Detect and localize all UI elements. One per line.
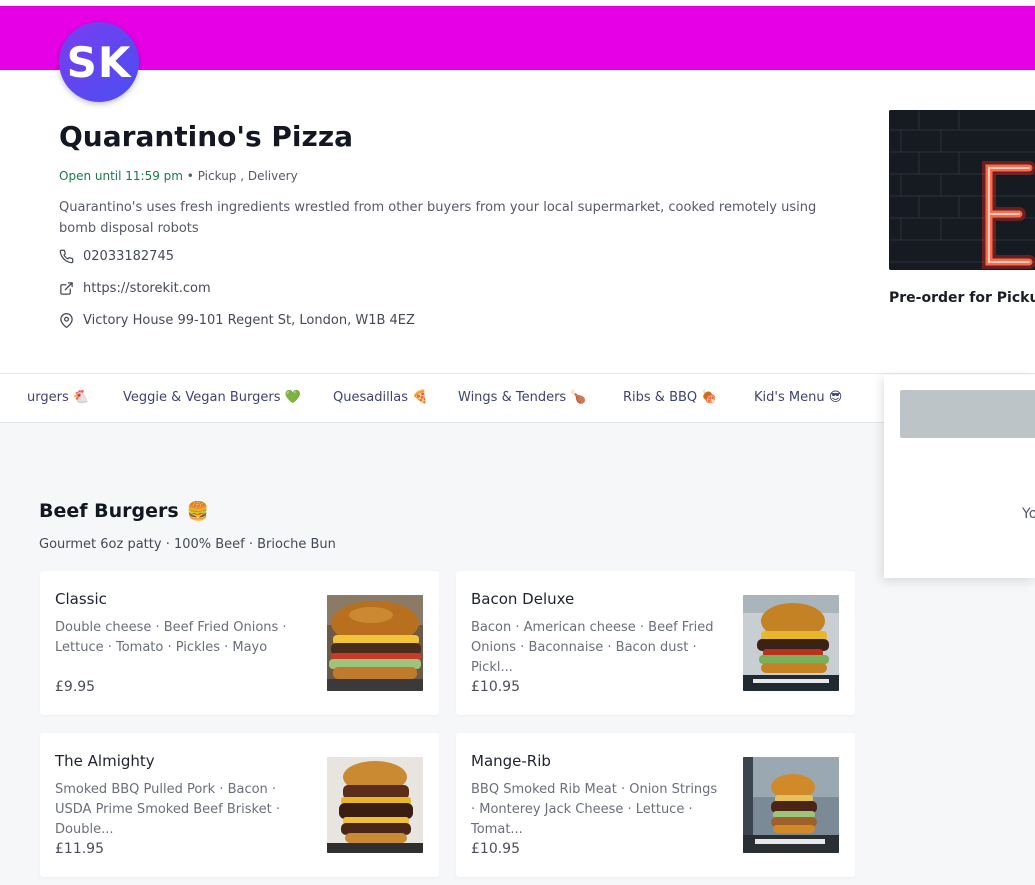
item-price: £10.95 bbox=[471, 841, 520, 857]
menu-item-card[interactable]: The Almighty Smoked BBQ Pulled Pork · Ba… bbox=[40, 733, 439, 877]
category-label: Kid's Menu bbox=[754, 390, 825, 405]
item-ingredients: Double cheese · Beef Fried Onions · Lett… bbox=[55, 620, 287, 655]
external-link-icon bbox=[60, 282, 73, 295]
drumstick-icon: 🍗 bbox=[570, 390, 587, 405]
phone-number[interactable]: 02033182745 bbox=[83, 249, 174, 264]
store-description: Quarantino's uses fresh ingredients wres… bbox=[59, 200, 817, 236]
category-tab[interactable]: Quesadillas 🍕 bbox=[333, 390, 428, 405]
item-price: £11.95 bbox=[55, 841, 104, 857]
section-title-text: Beef Burgers bbox=[39, 500, 179, 522]
sunglasses-icon: 😎 bbox=[828, 390, 843, 405]
separator-dot: • bbox=[186, 169, 198, 183]
burger-photo bbox=[327, 595, 423, 691]
item-ingredients: Bacon · American cheese · Beef Fried Oni… bbox=[471, 620, 714, 675]
menu-item-card[interactable]: Bacon Deluxe Bacon · American cheese · B… bbox=[456, 571, 855, 715]
menu-item-card[interactable]: Classic Double cheese · Beef Fried Onion… bbox=[40, 571, 439, 715]
item-name: Classic bbox=[55, 590, 107, 608]
avatar-initials: SK bbox=[66, 37, 132, 87]
store-name: Quarantino's Pizza bbox=[59, 120, 354, 153]
burger-photo bbox=[327, 757, 423, 853]
header-banner bbox=[0, 6, 1035, 70]
website-link[interactable]: https://storekit.com bbox=[83, 281, 211, 296]
item-photo bbox=[327, 595, 423, 691]
open-status: Open until 11:59 pm bbox=[59, 169, 183, 183]
category-tab[interactable]: urgers 🐔 bbox=[27, 390, 89, 405]
map-pin-icon bbox=[60, 313, 73, 328]
category-label: Ribs & BBQ bbox=[623, 390, 698, 405]
address-row: Victory House 99-101 Regent St, London, … bbox=[59, 313, 415, 328]
category-label: Quesadillas bbox=[333, 390, 409, 405]
item-name: The Almighty bbox=[55, 752, 155, 770]
category-tab[interactable]: Ribs & BBQ 🍖 bbox=[623, 390, 717, 405]
item-name: Mange-Rib bbox=[471, 752, 551, 770]
item-price: £9.95 bbox=[55, 679, 96, 695]
burger-photo bbox=[743, 757, 839, 853]
category-tab[interactable]: Kid's Menu 😎 bbox=[754, 390, 842, 405]
section-title: Beef Burgers 🍔 bbox=[39, 500, 209, 522]
category-tab[interactable]: Veggie & Vegan Burgers 💚 bbox=[123, 390, 301, 405]
item-photo bbox=[327, 757, 423, 853]
phone-icon bbox=[59, 249, 74, 264]
phone-row[interactable]: 02033182745 bbox=[59, 249, 174, 264]
website-row[interactable]: https://storekit.com bbox=[59, 281, 211, 296]
burger-photo bbox=[743, 595, 839, 691]
item-photo bbox=[743, 757, 839, 853]
neon-sign-illustration bbox=[889, 110, 1035, 270]
burger-icon: 🍔 bbox=[186, 500, 210, 522]
item-price: £10.95 bbox=[471, 679, 520, 695]
item-photo bbox=[743, 595, 839, 691]
service-modes: Pickup , Delivery bbox=[197, 169, 298, 183]
rooster-icon: 🐔 bbox=[72, 390, 90, 405]
category-label: urgers bbox=[27, 390, 69, 405]
category-label: Wings & Tenders bbox=[458, 390, 567, 405]
order-panel-text: Yo bbox=[1022, 506, 1035, 522]
pizza-icon: 🍕 bbox=[412, 390, 429, 405]
item-ingredients: BBQ Smoked Rib Meat · Onion Strings · Mo… bbox=[471, 782, 718, 837]
category-nav: urgers 🐔 Veggie & Vegan Burgers 💚 Quesad… bbox=[0, 373, 1035, 423]
item-name: Bacon Deluxe bbox=[471, 590, 575, 608]
section-subtitle: Gourmet 6oz patty · 100% Beef · Brioche … bbox=[39, 537, 336, 552]
category-tab[interactable]: Wings & Tenders 🍗 bbox=[458, 390, 587, 405]
item-ingredients: Smoked BBQ Pulled Pork · Bacon · USDA Pr… bbox=[55, 782, 280, 837]
menu-item-card[interactable]: Mange-Rib BBQ Smoked Rib Meat · Onion St… bbox=[456, 733, 855, 877]
store-status: Open until 11:59 pm • Pickup , Delivery bbox=[59, 169, 298, 183]
order-panel: Yo bbox=[884, 375, 1035, 578]
meat-icon: 🍖 bbox=[701, 390, 718, 405]
store-logo-avatar: SK bbox=[59, 22, 139, 102]
order-panel-button[interactable] bbox=[900, 390, 1035, 438]
store-address: Victory House 99-101 Regent St, London, … bbox=[83, 313, 415, 328]
preorder-image[interactable] bbox=[889, 110, 1035, 270]
green-heart-icon: 💚 bbox=[284, 390, 301, 405]
preorder-title[interactable]: Pre-order for Pickup bbox=[889, 290, 1035, 306]
category-label: Veggie & Vegan Burgers bbox=[123, 390, 281, 405]
